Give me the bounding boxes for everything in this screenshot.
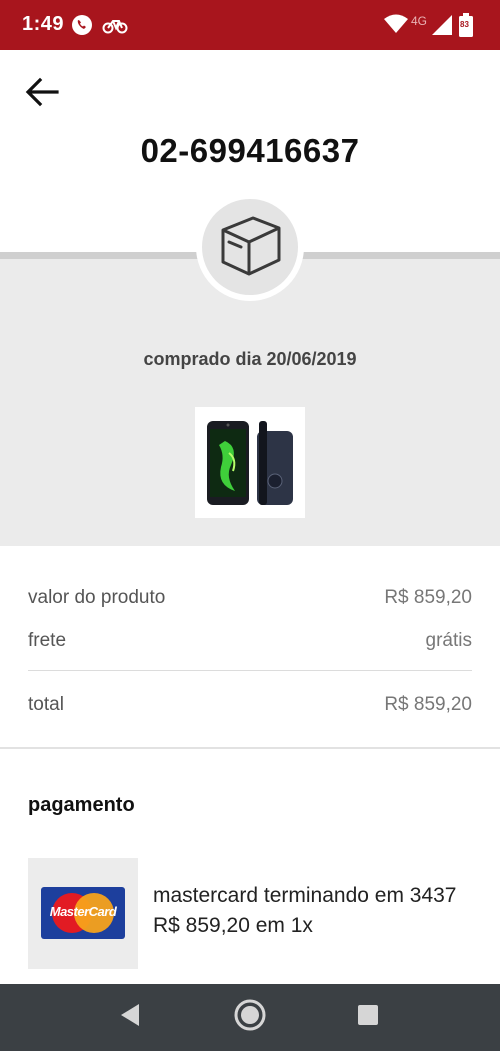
bike-icon — [102, 13, 128, 42]
mastercard-icon: MasterCard — [41, 887, 125, 939]
shipping-label: frete — [28, 630, 67, 651]
product-value-label: valor do produto — [28, 587, 166, 608]
nav-home-button[interactable] — [215, 984, 285, 1051]
order-number: 02-699416637 — [140, 132, 360, 169]
navigation-bar — [0, 984, 500, 1051]
network-type: 4G — [411, 14, 428, 28]
product-image[interactable] — [195, 407, 305, 518]
payment-title: pagamento — [28, 794, 135, 816]
status-badge-inner — [202, 199, 298, 295]
payment-amount: R$ 859,20 em 1x — [153, 914, 313, 937]
nav-back-icon — [119, 1003, 141, 1032]
wifi-icon — [384, 14, 408, 39]
shipping-value: grátis — [425, 630, 472, 651]
nav-recents-button[interactable] — [333, 984, 403, 1051]
nav-back-button[interactable] — [95, 984, 165, 1051]
divider — [28, 670, 472, 671]
card-logo-text: MasterCard — [49, 904, 117, 919]
status-time: 1:49 — [22, 13, 65, 35]
whatsapp-icon — [70, 13, 94, 42]
product-value: R$ 859,20 — [384, 587, 472, 608]
battery-level: 83 — [460, 20, 469, 29]
smartphone-image — [207, 421, 293, 505]
back-button[interactable] — [22, 74, 62, 114]
arrow-left-icon — [25, 77, 59, 112]
total-value: R$ 859,20 — [384, 694, 472, 715]
purchase-date: comprado dia 20/06/2019 — [143, 349, 357, 369]
total-label: total — [28, 694, 64, 715]
card-description: mastercard terminando em 3437 — [153, 884, 457, 907]
card-logo-box: MasterCard — [28, 858, 138, 969]
box-icon — [215, 212, 285, 283]
section-divider — [0, 747, 500, 749]
status-bar: 1:49 4G 83 — [0, 0, 500, 50]
nav-recents-icon — [357, 1004, 379, 1031]
signal-icon — [432, 15, 452, 40]
nav-home-icon — [233, 998, 267, 1037]
